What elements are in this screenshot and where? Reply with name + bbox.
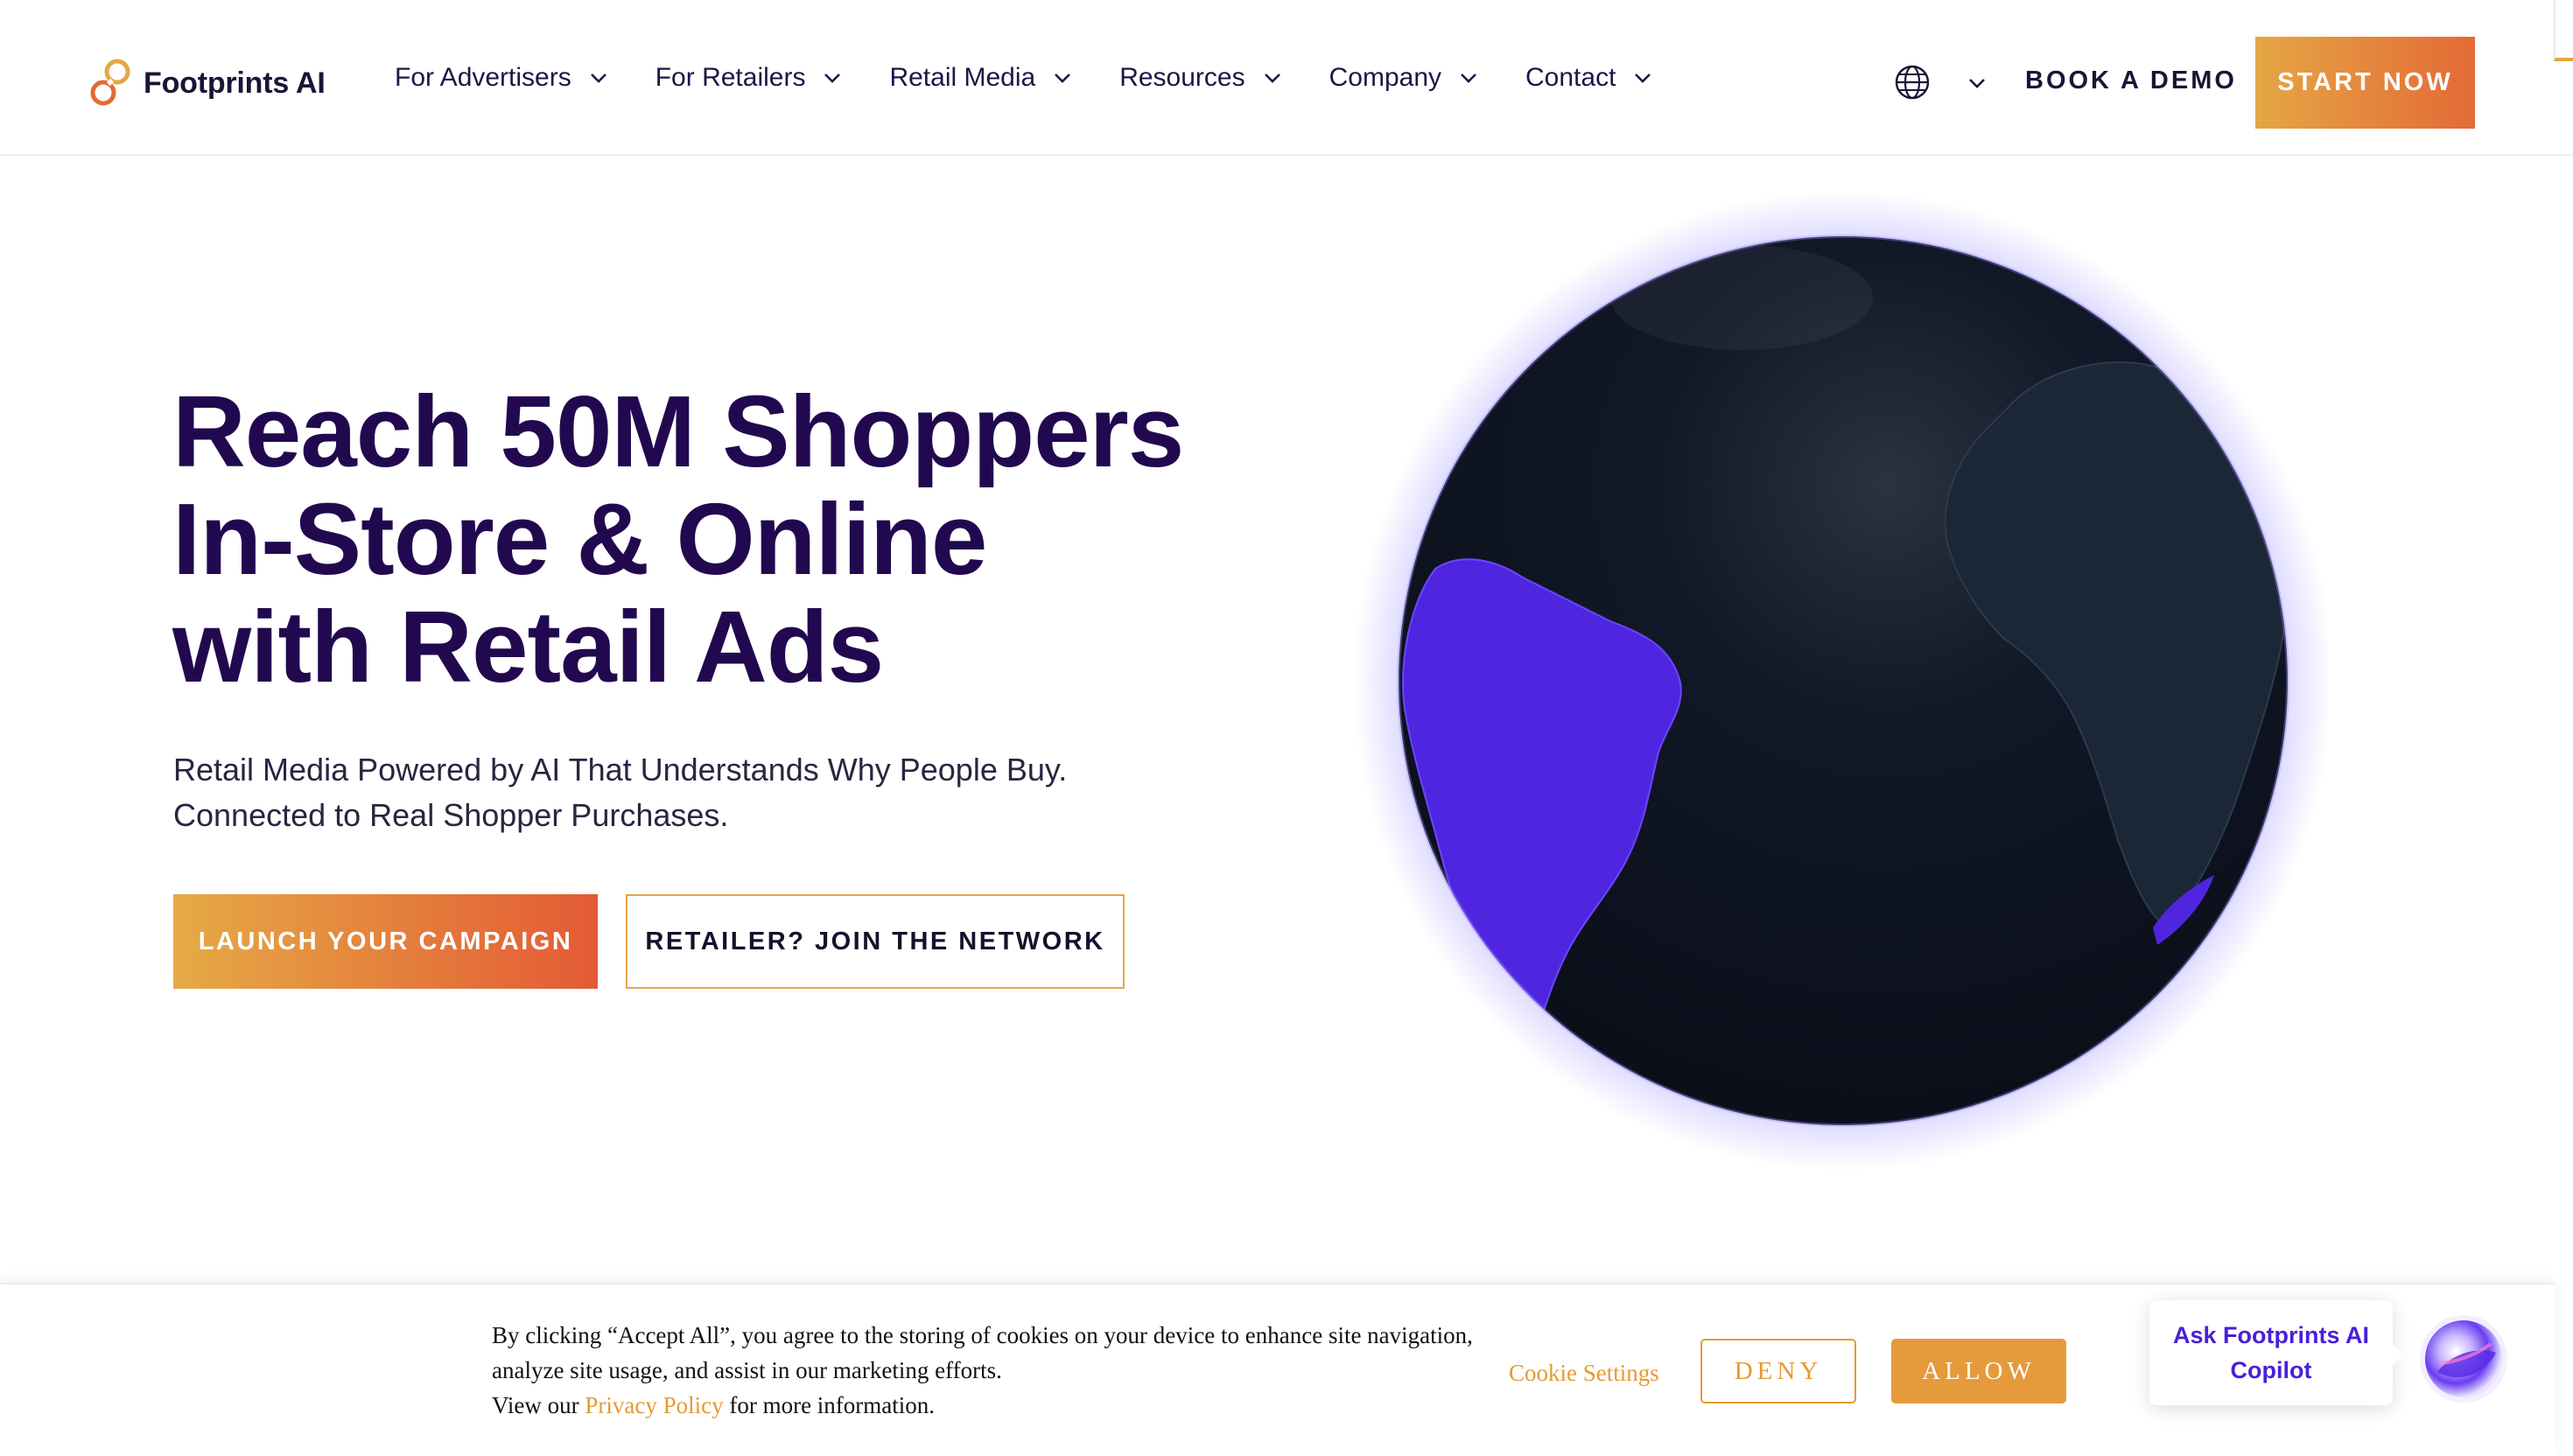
copilot-label: Copilot	[2230, 1357, 2312, 1383]
nav-retail-media[interactable]: Retail Media	[889, 63, 1072, 93]
nav-label: Resources	[1119, 63, 1245, 92]
hero-subtitle: Retail Media Powered by AI That Understa…	[173, 747, 1223, 838]
copilot-bubble-arrow	[2391, 1342, 2403, 1367]
copilot-bubble[interactable]: Ask Footprints AI Copilot	[2149, 1300, 2393, 1405]
start-now-button[interactable]: START NOW	[2255, 37, 2475, 129]
chevron-down-icon	[1635, 74, 1651, 83]
launch-campaign-button[interactable]: LAUNCH YOUR CAMPAIGN	[173, 894, 598, 989]
nav-label: Contact	[1525, 63, 1616, 92]
nav-label: For Advertisers	[395, 63, 571, 92]
globe-icon[interactable]	[1894, 64, 1931, 101]
headline-line: Reach 50M Shoppers	[172, 374, 1184, 488]
deny-cookies-button[interactable]: DENY	[1700, 1339, 1856, 1404]
nav-label: For Retailers	[655, 63, 806, 92]
logo-text: Footprints AI	[144, 66, 326, 100]
cookie-text-prefix: View our	[492, 1392, 585, 1418]
cookie-message: By clicking “Accept All”, you agree to t…	[492, 1318, 1542, 1423]
cookie-text-suffix: for more information.	[723, 1392, 936, 1418]
copilot-orb-icon[interactable]	[2415, 1311, 2512, 1407]
globe-illustration	[1353, 192, 2328, 1171]
hero-headline: Reach 50M Shoppers In-Store & Online wit…	[172, 378, 1310, 701]
cookie-settings-link[interactable]: Cookie Settings	[1509, 1360, 1659, 1387]
cookie-text-line: analyze site usage, and assist in our ma…	[492, 1357, 1002, 1383]
allow-cookies-button[interactable]: ALLOW	[1891, 1339, 2066, 1404]
chevron-down-icon	[1461, 74, 1476, 83]
logo[interactable]: Footprints AI	[82, 54, 326, 112]
subtitle-line: Connected to Real Shopper Purchases.	[173, 797, 729, 833]
nav-for-retailers[interactable]: For Retailers	[656, 63, 843, 93]
book-demo-link[interactable]: BOOK A DEMO	[2025, 66, 2237, 95]
site-header: Footprints AI For Advertisers For Retail…	[0, 0, 2573, 156]
chevron-down-icon	[1055, 74, 1071, 83]
language-chevron-down-icon[interactable]	[1967, 77, 1987, 89]
main-nav: For Advertisers For Retailers Retail Med…	[395, 0, 1700, 156]
nav-for-advertisers[interactable]: For Advertisers	[395, 63, 608, 93]
nav-label: Company	[1329, 63, 1442, 92]
cookie-text-line: By clicking “Accept All”, you agree to t…	[492, 1322, 1473, 1348]
privacy-policy-link[interactable]: Privacy Policy	[585, 1392, 723, 1418]
scrollbar[interactable]	[2554, 0, 2573, 61]
headline-line: In-Store & Online	[172, 482, 987, 596]
nav-company[interactable]: Company	[1329, 63, 1478, 93]
chevron-down-icon	[590, 74, 606, 83]
nav-label: Retail Media	[889, 63, 1036, 92]
subtitle-line: Retail Media Powered by AI That Understa…	[173, 752, 1068, 788]
copilot-label: Ask Footprints AI	[2172, 1322, 2369, 1348]
chevron-down-icon	[824, 74, 841, 83]
chevron-down-icon	[1264, 74, 1280, 83]
nav-resources[interactable]: Resources	[1119, 63, 1281, 93]
join-network-button[interactable]: RETAILER? JOIN THE NETWORK	[626, 894, 1125, 989]
footprints-logo-icon	[90, 59, 130, 106]
headline-line: with Retail Ads	[172, 590, 884, 704]
cookie-text-line: View our Privacy Policy for more informa…	[492, 1388, 1542, 1423]
nav-contact[interactable]: Contact	[1525, 63, 1652, 93]
